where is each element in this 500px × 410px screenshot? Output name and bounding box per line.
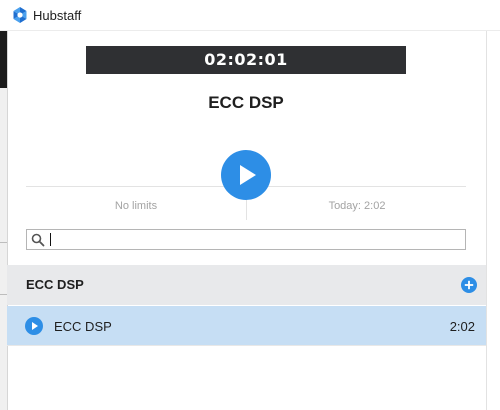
search-icon: [31, 233, 45, 247]
window-scrollbar-track[interactable]: [486, 30, 500, 410]
plus-icon: [464, 280, 474, 290]
hubstaff-window: Hubstaff 02:02:01 ECC DSP No limits Toda…: [0, 0, 500, 410]
divider: [7, 345, 486, 346]
play-icon: [32, 322, 38, 330]
app-title: Hubstaff: [33, 8, 82, 23]
project-time: 2:02: [449, 319, 475, 334]
group-name: ECC DSP: [26, 277, 84, 292]
search-input[interactable]: [49, 231, 459, 248]
search-box[interactable]: [26, 229, 466, 250]
add-task-button[interactable]: [461, 277, 477, 293]
project-row[interactable]: ECC DSP 2:02: [7, 306, 486, 345]
current-project-title: ECC DSP: [208, 93, 284, 112]
project-name: ECC DSP: [54, 319, 112, 334]
today-total-text: Today: 2:02: [328, 200, 386, 212]
hubstaff-logo-icon: [11, 6, 29, 24]
limits-text: No limits: [114, 200, 158, 212]
text-cursor: [50, 233, 51, 246]
project-play-button[interactable]: [25, 317, 43, 335]
project-group-header[interactable]: ECC DSP: [7, 265, 486, 305]
play-icon: [240, 165, 256, 185]
desktop-background-strip: [0, 30, 8, 410]
title-bar[interactable]: Hubstaff: [0, 0, 500, 31]
elapsed-timer: 02:02:01: [86, 46, 406, 74]
start-timer-button[interactable]: [221, 150, 271, 200]
